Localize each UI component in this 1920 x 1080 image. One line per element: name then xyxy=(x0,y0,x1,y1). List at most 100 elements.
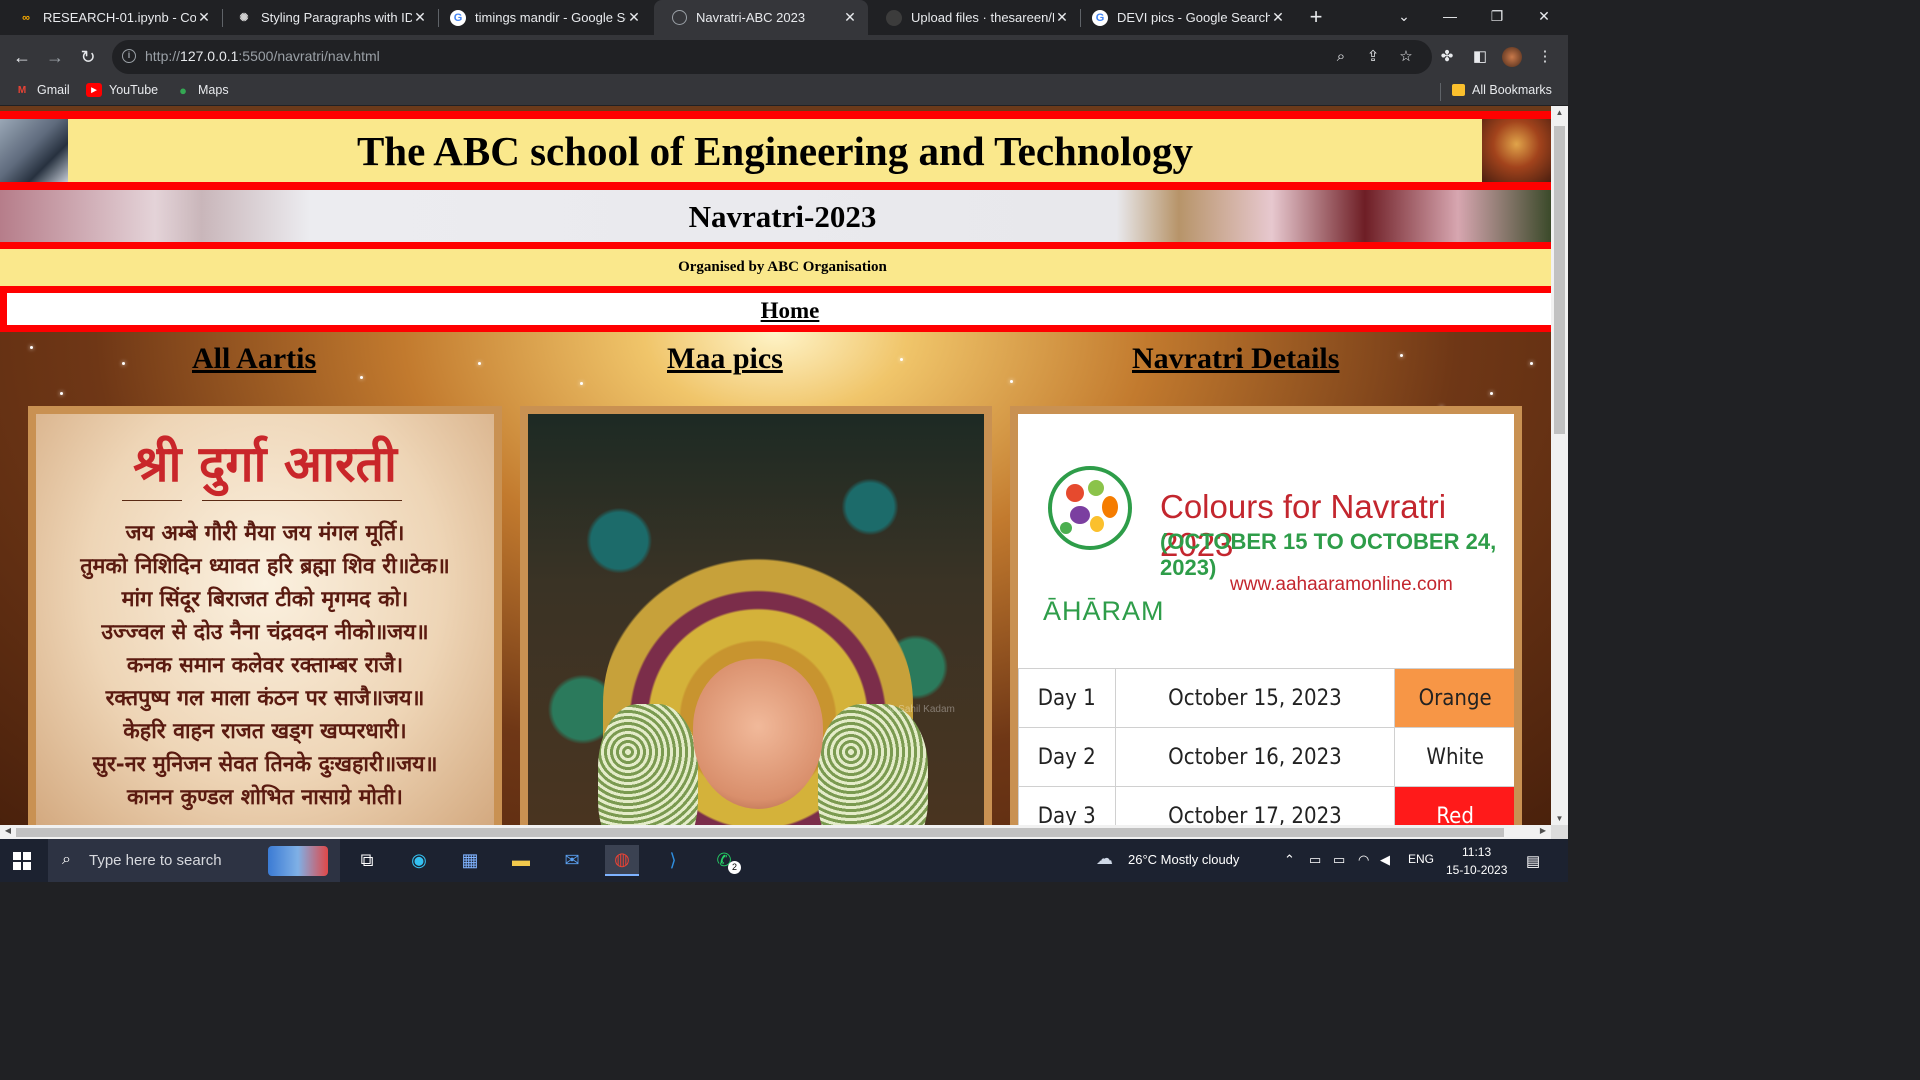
clock-date[interactable]: 15-10-2023 xyxy=(1446,863,1507,877)
clock-time[interactable]: 11:13 xyxy=(1462,845,1491,859)
bookmarks-bar: M Gmail ▶ YouTube ● Maps All Bookmarks xyxy=(0,79,1568,106)
google-icon: G xyxy=(1092,9,1108,26)
weather-icon[interactable]: ☁ xyxy=(1096,849,1113,869)
notifications-icon[interactable]: ▤ xyxy=(1526,852,1540,870)
edge-icon[interactable]: ◉ xyxy=(402,845,436,876)
url-text[interactable]: http://127.0.0.1:5500/navratri/nav.html xyxy=(145,48,380,64)
new-tab-button[interactable]: + xyxy=(1305,4,1327,30)
bookmark-gmail[interactable]: M Gmail xyxy=(14,83,70,97)
aarti-title: श्री दुर्गा आरती xyxy=(133,435,397,493)
device-icon[interactable]: ▭ xyxy=(1309,852,1321,868)
photo-watermark: © Sahil Kadam xyxy=(888,704,955,715)
tab-title: Navratri-ABC 2023 xyxy=(696,10,806,25)
home-link[interactable]: Home xyxy=(7,298,1551,324)
durga-idol-image: © Sahil Kadam xyxy=(528,414,984,825)
horizontal-scroll-thumb[interactable] xyxy=(16,828,1504,837)
tab-styling-paragraphs[interactable]: ✺ Styling Paragraphs with IDs ✕ xyxy=(218,0,438,35)
chatgpt-icon: ✺ xyxy=(239,12,249,24)
restore-button[interactable]: ❐ xyxy=(1473,0,1521,32)
aarti-line: केहरि वाहन राजत खड्ग खप्परधारी। xyxy=(123,719,407,744)
aarti-line: मांग सिंदूर बिराजत टीको मृगमद को। xyxy=(121,587,409,612)
aarti-card: श्री दुर्गा आरती जय अम्बे गौरी मैया जय म… xyxy=(28,406,502,825)
file-explorer-icon[interactable]: ▬ xyxy=(504,845,538,876)
red-stripe xyxy=(0,111,1551,119)
mail-icon[interactable]: ✉ xyxy=(555,845,589,876)
chrome-icon[interactable]: ◍ xyxy=(605,845,639,876)
bookmark-label: Maps xyxy=(198,83,229,97)
school-title-banner: The ABC school of Engineering and Techno… xyxy=(0,119,1551,182)
battery-icon[interactable]: ▭ xyxy=(1333,852,1345,868)
menu-icon[interactable]: ⋮ xyxy=(1535,47,1555,67)
volume-icon[interactable]: ◀ xyxy=(1380,852,1390,868)
close-window-button[interactable]: ✕ xyxy=(1520,0,1568,32)
colab-icon: ∞ xyxy=(22,11,30,24)
idol-face xyxy=(693,659,823,809)
whatsapp-icon[interactable]: ✆ 2 xyxy=(707,845,741,876)
vscode-icon[interactable]: ⟩ xyxy=(656,845,690,876)
zoom-icon[interactable]: ⌕ xyxy=(1331,47,1351,67)
site-info-icon[interactable]: i xyxy=(122,49,136,63)
all-bookmarks-folder[interactable]: All Bookmarks xyxy=(1452,83,1552,97)
garland-right xyxy=(818,704,928,825)
bookmark-maps[interactable]: ● Maps xyxy=(175,82,229,98)
colour-cell: White xyxy=(1394,727,1514,787)
day-cell: Day 1 xyxy=(1018,668,1116,728)
vertical-scroll-thumb[interactable] xyxy=(1554,126,1565,434)
weather-text[interactable]: 26°C Mostly cloudy xyxy=(1128,852,1239,867)
bookmark-label: Gmail xyxy=(37,83,70,97)
event-title: Navratri-2023 xyxy=(688,199,877,234)
language-indicator[interactable]: ENG xyxy=(1408,852,1434,866)
navratri-details-link[interactable]: Navratri Details xyxy=(1132,342,1339,376)
side-panel-icon[interactable]: ◧ xyxy=(1470,47,1490,67)
horizontal-scrollbar[interactable]: ◀ ▶ xyxy=(0,825,1551,839)
colour-cell: Red xyxy=(1394,786,1514,825)
profile-avatar[interactable] xyxy=(1502,47,1522,67)
tab-devi-pics[interactable]: G DEVI pics - Google Search ✕ xyxy=(1074,0,1296,35)
bookmark-star-icon[interactable]: ☆ xyxy=(1396,47,1416,67)
colours-website: www.aahaaramonline.com xyxy=(1230,574,1453,595)
gmail-icon: M xyxy=(17,84,27,96)
close-icon[interactable]: ✕ xyxy=(842,9,858,26)
graduate-thumbnail xyxy=(0,119,68,182)
chevron-up-icon[interactable]: ⌃ xyxy=(1284,852,1295,868)
home-nav: Home xyxy=(7,293,1551,325)
wifi-icon[interactable]: ◠ xyxy=(1358,852,1369,868)
close-icon[interactable]: ✕ xyxy=(626,9,642,26)
all-aartis-link[interactable]: All Aartis xyxy=(192,342,316,376)
close-icon[interactable]: ✕ xyxy=(196,9,212,26)
event-banner: Navratri-2023 xyxy=(0,190,1551,242)
store-icon[interactable]: ▦ xyxy=(453,845,487,876)
page-viewport[interactable]: The ABC school of Engineering and Techno… xyxy=(0,106,1551,825)
aarti-line: जय अम्बे गौरी मैया जय मंगल मूर्ति। xyxy=(125,521,405,546)
task-view-icon[interactable]: ⧉ xyxy=(350,845,384,876)
back-icon[interactable]: ← xyxy=(8,43,36,71)
tab-title: Styling Paragraphs with IDs xyxy=(261,10,412,25)
vertical-scrollbar[interactable]: ▲ ▼ xyxy=(1551,106,1568,825)
extensions-icon[interactable]: ✤ xyxy=(1437,47,1457,67)
minimize-button[interactable]: — xyxy=(1426,0,1474,32)
red-stripe xyxy=(0,182,1551,190)
forward-icon[interactable]: → xyxy=(41,43,69,71)
tab-research[interactable]: ∞ RESEARCH-01.ipynb - Colab ✕ xyxy=(0,0,222,35)
windows-start-icon[interactable] xyxy=(13,852,31,870)
close-icon[interactable]: ✕ xyxy=(1054,9,1070,26)
share-icon[interactable]: ⇪ xyxy=(1363,47,1383,67)
bookmark-label: All Bookmarks xyxy=(1472,83,1552,97)
reload-icon[interactable]: ↻ xyxy=(74,43,102,71)
colours-card: ĀHĀRAM Colours for Navratri 2023 (OCTOBE… xyxy=(1010,406,1522,825)
address-bar[interactable]: i http://127.0.0.1:5500/navratri/nav.htm… xyxy=(112,40,1432,74)
aarti-line: उज्ज्वल से दोउ नैना चंद्रवदन नीको॥जय॥ xyxy=(101,620,429,645)
maa-pics-link[interactable]: Maa pics xyxy=(667,342,783,376)
close-icon[interactable]: ✕ xyxy=(412,9,428,26)
globe-icon xyxy=(672,10,687,25)
tab-search-button[interactable]: ⌄ xyxy=(1380,0,1428,32)
search-placeholder: Type here to search xyxy=(89,852,222,869)
close-icon[interactable]: ✕ xyxy=(1270,9,1286,26)
aarti-line: कानन कुण्डल शोभित नासाग्रे मोती। xyxy=(127,785,403,810)
bookmark-youtube[interactable]: ▶ YouTube xyxy=(86,83,158,97)
tab-navratri-abc[interactable]: Navratri-ABC 2023 ✕ xyxy=(654,0,868,35)
tab-timings-mandir[interactable]: G timings mandir - Google Search ✕ xyxy=(432,0,652,35)
taskbar-search-box[interactable]: ⌕ Type here to search xyxy=(48,839,340,882)
maps-icon: ● xyxy=(179,82,187,98)
tab-upload-files[interactable]: Upload files · thesareen/Navratri ✕ xyxy=(868,0,1080,35)
